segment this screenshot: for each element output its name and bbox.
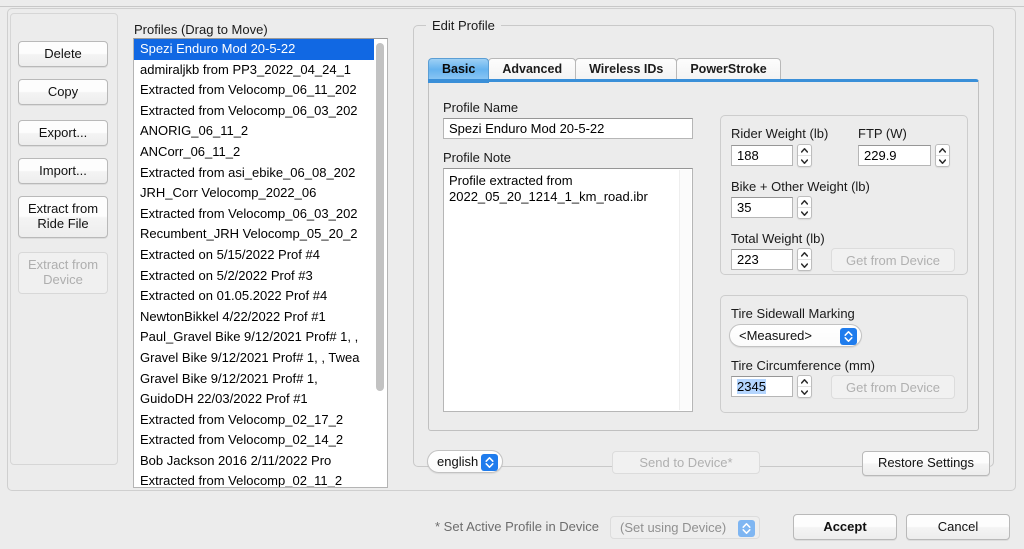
rider-weight-stepper[interactable] — [797, 144, 812, 167]
copy-button[interactable]: Copy — [18, 79, 108, 105]
extract-from-ride-file-button[interactable]: Extract from Ride File — [18, 196, 108, 238]
list-item[interactable]: Bob Jackson 2016 2/11/2022 Pro — [134, 451, 374, 472]
active-profile-value: (Set using Device) — [620, 520, 727, 535]
bike-other-weight-stepper[interactable] — [797, 196, 812, 219]
total-weight-stepper[interactable] — [797, 248, 812, 271]
list-item[interactable]: Recumbent_JRH Velocomp_05_20_2 — [134, 224, 374, 245]
tire-circumference-stepper-down[interactable] — [798, 387, 811, 397]
tire-sidewall-marking-value: <Measured> — [739, 328, 812, 343]
ftp-stepper[interactable] — [935, 144, 950, 167]
profile-name-label: Profile Name — [443, 100, 519, 115]
profile-note-label: Profile Note — [443, 150, 511, 165]
profiles-scrollport: Spezi Enduro Mod 20-5-22 admiraljkb from … — [134, 39, 374, 487]
list-item[interactable]: ANCorr_06_11_2 — [134, 142, 374, 163]
tab-bar: Basic Advanced Wireless IDs PowerStroke — [428, 58, 781, 83]
extract-from-device-button: Extract from Device — [18, 252, 108, 294]
total-weight-stepper-down[interactable] — [798, 260, 811, 270]
tire-get-from-device-button: Get from Device — [831, 375, 955, 399]
list-item[interactable]: Extracted from Velocomp_02_11_2 — [134, 471, 374, 487]
import-button[interactable]: Import... — [18, 158, 108, 184]
tab-powerstroke[interactable]: PowerStroke — [676, 58, 781, 80]
list-item[interactable]: Extracted on 5/15/2022 Prof #4 — [134, 245, 374, 266]
profile-note-scrollbar[interactable] — [679, 170, 691, 410]
list-item[interactable]: Gravel Bike 9/12/2021 Prof# 1, , Twea — [134, 348, 374, 369]
language-select[interactable]: english — [427, 450, 503, 473]
list-item[interactable]: Extracted from Velocomp_06_03_202 — [134, 204, 374, 225]
ftp-input[interactable]: 229.9 — [858, 145, 931, 166]
active-profile-footnote: * Set Active Profile in Device — [435, 519, 600, 534]
ftp-label: FTP (W) — [858, 126, 907, 141]
ftp-stepper-up[interactable] — [936, 145, 949, 156]
rider-weight-input[interactable]: 188 — [731, 145, 793, 166]
list-item[interactable]: Extracted from Velocomp_02_17_2 — [134, 410, 374, 431]
list-item[interactable]: Extracted on 5/2/2022 Prof #3 — [134, 266, 374, 287]
profiles-scrollbar-thumb[interactable] — [375, 43, 384, 391]
restore-settings-button[interactable]: Restore Settings — [862, 451, 990, 476]
bike-other-weight-input[interactable]: 35 — [731, 197, 793, 218]
profiles-list-label: Profiles (Drag to Move) — [134, 22, 268, 37]
list-item[interactable]: JRH_Corr Velocomp_2022_06 — [134, 183, 374, 204]
tab-basic[interactable]: Basic — [428, 58, 490, 83]
tire-sidewall-marking-label: Tire Sidewall Marking — [731, 306, 855, 321]
profile-name-input[interactable]: Spezi Enduro Mod 20-5-22 — [443, 118, 693, 139]
list-item[interactable]: admiraljkb from PP3_2022_04_24_1 — [134, 60, 374, 81]
list-item[interactable]: Spezi Enduro Mod 20-5-22 — [134, 39, 374, 60]
active-profile-select: (Set using Device) — [610, 516, 760, 539]
window-top-edge — [0, 0, 1024, 7]
profile-note-textarea[interactable]: Profile extracted from 2022_05_20_1214_1… — [443, 168, 693, 412]
tire-circumference-input[interactable]: 2345 — [731, 376, 793, 397]
profiles-scrollbar[interactable] — [374, 41, 385, 487]
chevron-updown-icon — [481, 454, 498, 471]
total-weight-input[interactable]: 223 — [731, 249, 793, 270]
bike-other-weight-stepper-down[interactable] — [798, 208, 811, 218]
bike-other-weight-label: Bike + Other Weight (lb) — [731, 179, 870, 194]
list-item[interactable]: Extracted from Velocomp_06_11_202 — [134, 80, 374, 101]
profiles-listbox[interactable]: Spezi Enduro Mod 20-5-22 admiraljkb from … — [133, 38, 388, 488]
tire-sidewall-marking-select[interactable]: <Measured> — [729, 324, 862, 347]
tire-circumference-value: 2345 — [737, 379, 766, 394]
rider-weight-stepper-up[interactable] — [798, 145, 811, 156]
tab-advanced[interactable]: Advanced — [488, 58, 577, 80]
rider-weight-stepper-down[interactable] — [798, 156, 811, 166]
list-item[interactable]: Paul_Gravel Bike 9/12/2021 Prof# 1, , — [134, 327, 374, 348]
tire-circumference-stepper-up[interactable] — [798, 376, 811, 387]
list-item[interactable]: Extracted from asi_ebike_06_08_202 — [134, 163, 374, 184]
ftp-stepper-down[interactable] — [936, 156, 949, 166]
chevron-updown-icon — [738, 520, 755, 537]
tab-wireless-ids[interactable]: Wireless IDs — [575, 58, 678, 80]
list-item[interactable]: Extracted from Velocomp_06_03_202 — [134, 101, 374, 122]
tire-circumference-stepper[interactable] — [797, 375, 812, 398]
list-item[interactable]: Gravel Bike 9/12/2021 Prof# 1, — [134, 369, 374, 390]
total-weight-stepper-up[interactable] — [798, 249, 811, 260]
list-item[interactable]: GuidoDH 22/03/2022 Prof #1 — [134, 389, 374, 410]
delete-button[interactable]: Delete — [18, 41, 108, 67]
list-item[interactable]: Extracted on 01.05.2022 Prof #4 — [134, 286, 374, 307]
list-item[interactable]: ANORIG_06_11_2 — [134, 121, 374, 142]
list-item[interactable]: NewtonBikkel 4/22/2022 Prof #1 — [134, 307, 374, 328]
application-window: Delete Copy Export... Import... Extract … — [0, 0, 1024, 549]
edit-profile-legend: Edit Profile — [426, 18, 501, 33]
chevron-updown-icon — [840, 328, 857, 345]
language-value: english — [437, 454, 479, 469]
total-weight-label: Total Weight (lb) — [731, 231, 825, 246]
rider-weight-label: Rider Weight (lb) — [731, 126, 829, 141]
accept-button[interactable]: Accept — [793, 514, 897, 540]
cancel-button[interactable]: Cancel — [906, 514, 1010, 540]
weights-get-from-device-button: Get from Device — [831, 248, 955, 272]
bike-other-weight-stepper-up[interactable] — [798, 197, 811, 208]
tire-circumference-label: Tire Circumference (mm) — [731, 358, 875, 373]
export-button[interactable]: Export... — [18, 120, 108, 146]
send-to-device-button: Send to Device* — [612, 451, 760, 474]
list-item[interactable]: Extracted from Velocomp_02_14_2 — [134, 430, 374, 451]
